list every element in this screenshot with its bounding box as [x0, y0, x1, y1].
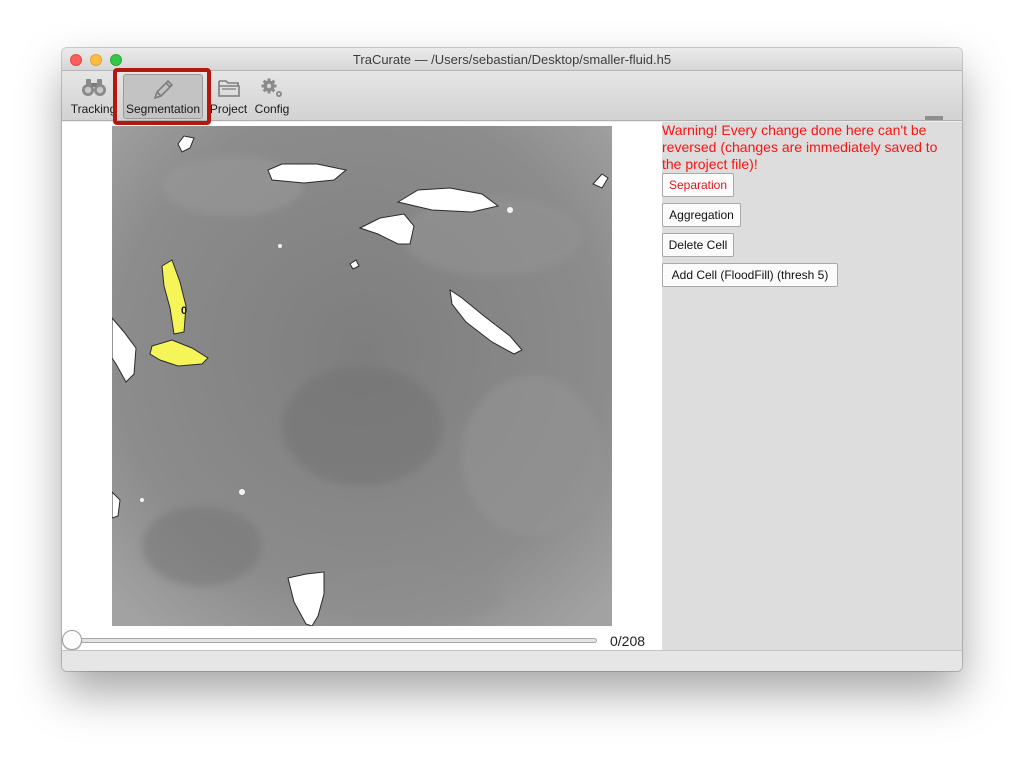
toolbar-project[interactable]: Project — [206, 71, 251, 119]
window-title: TraCurate — /Users/sebastian/Desktop/sma… — [352, 52, 672, 67]
main-content: 0 0/208 Warning! Every change done here … — [62, 122, 962, 652]
toolbar-project-label: Project — [209, 102, 248, 116]
toolbar-segmentation[interactable]: Segmentation — [123, 74, 203, 119]
title-bar[interactable]: TraCurate — /Users/sebastian/Desktop/sma… — [62, 48, 962, 71]
folder-icon — [206, 77, 251, 99]
toolbar-config-label: Config — [254, 102, 290, 116]
frame-slider-knob[interactable] — [62, 630, 82, 650]
app-window: TraCurate — /Users/sebastian/Desktop/sma… — [62, 48, 962, 671]
separation-button[interactable]: Separation — [662, 173, 734, 197]
image-view-area: 0 0/208 — [62, 122, 662, 652]
status-bar — [62, 650, 962, 671]
toolbar: Tracking Segmentation Project Config — [62, 71, 962, 121]
selected-cell-label: 0 — [181, 305, 187, 317]
frame-slider-track[interactable] — [70, 638, 597, 643]
frame-counter: 0/208 — [610, 633, 646, 649]
warning-text: Warning! Every change done here can't be… — [662, 122, 938, 172]
toolbar-segmentation-label: Segmentation — [125, 102, 201, 116]
toolbar-collapse-button[interactable] — [925, 116, 943, 120]
aggregation-button[interactable]: Aggregation — [662, 203, 741, 227]
microscopy-frame[interactable]: 0 — [112, 126, 612, 626]
segmentation-panel: Warning! Every change done here can't be… — [662, 122, 962, 652]
gear-icon — [251, 77, 293, 99]
add-cell-floodfill-button[interactable]: Add Cell (FloodFill) (thresh 5) — [662, 263, 838, 287]
pencil-icon — [124, 78, 202, 100]
toolbar-tracking[interactable]: Tracking — [66, 71, 121, 119]
binoculars-icon — [66, 77, 121, 99]
delete-cell-button[interactable]: Delete Cell — [662, 233, 734, 257]
toolbar-config[interactable]: Config — [251, 71, 293, 119]
toolbar-tracking-label: Tracking — [70, 102, 117, 116]
